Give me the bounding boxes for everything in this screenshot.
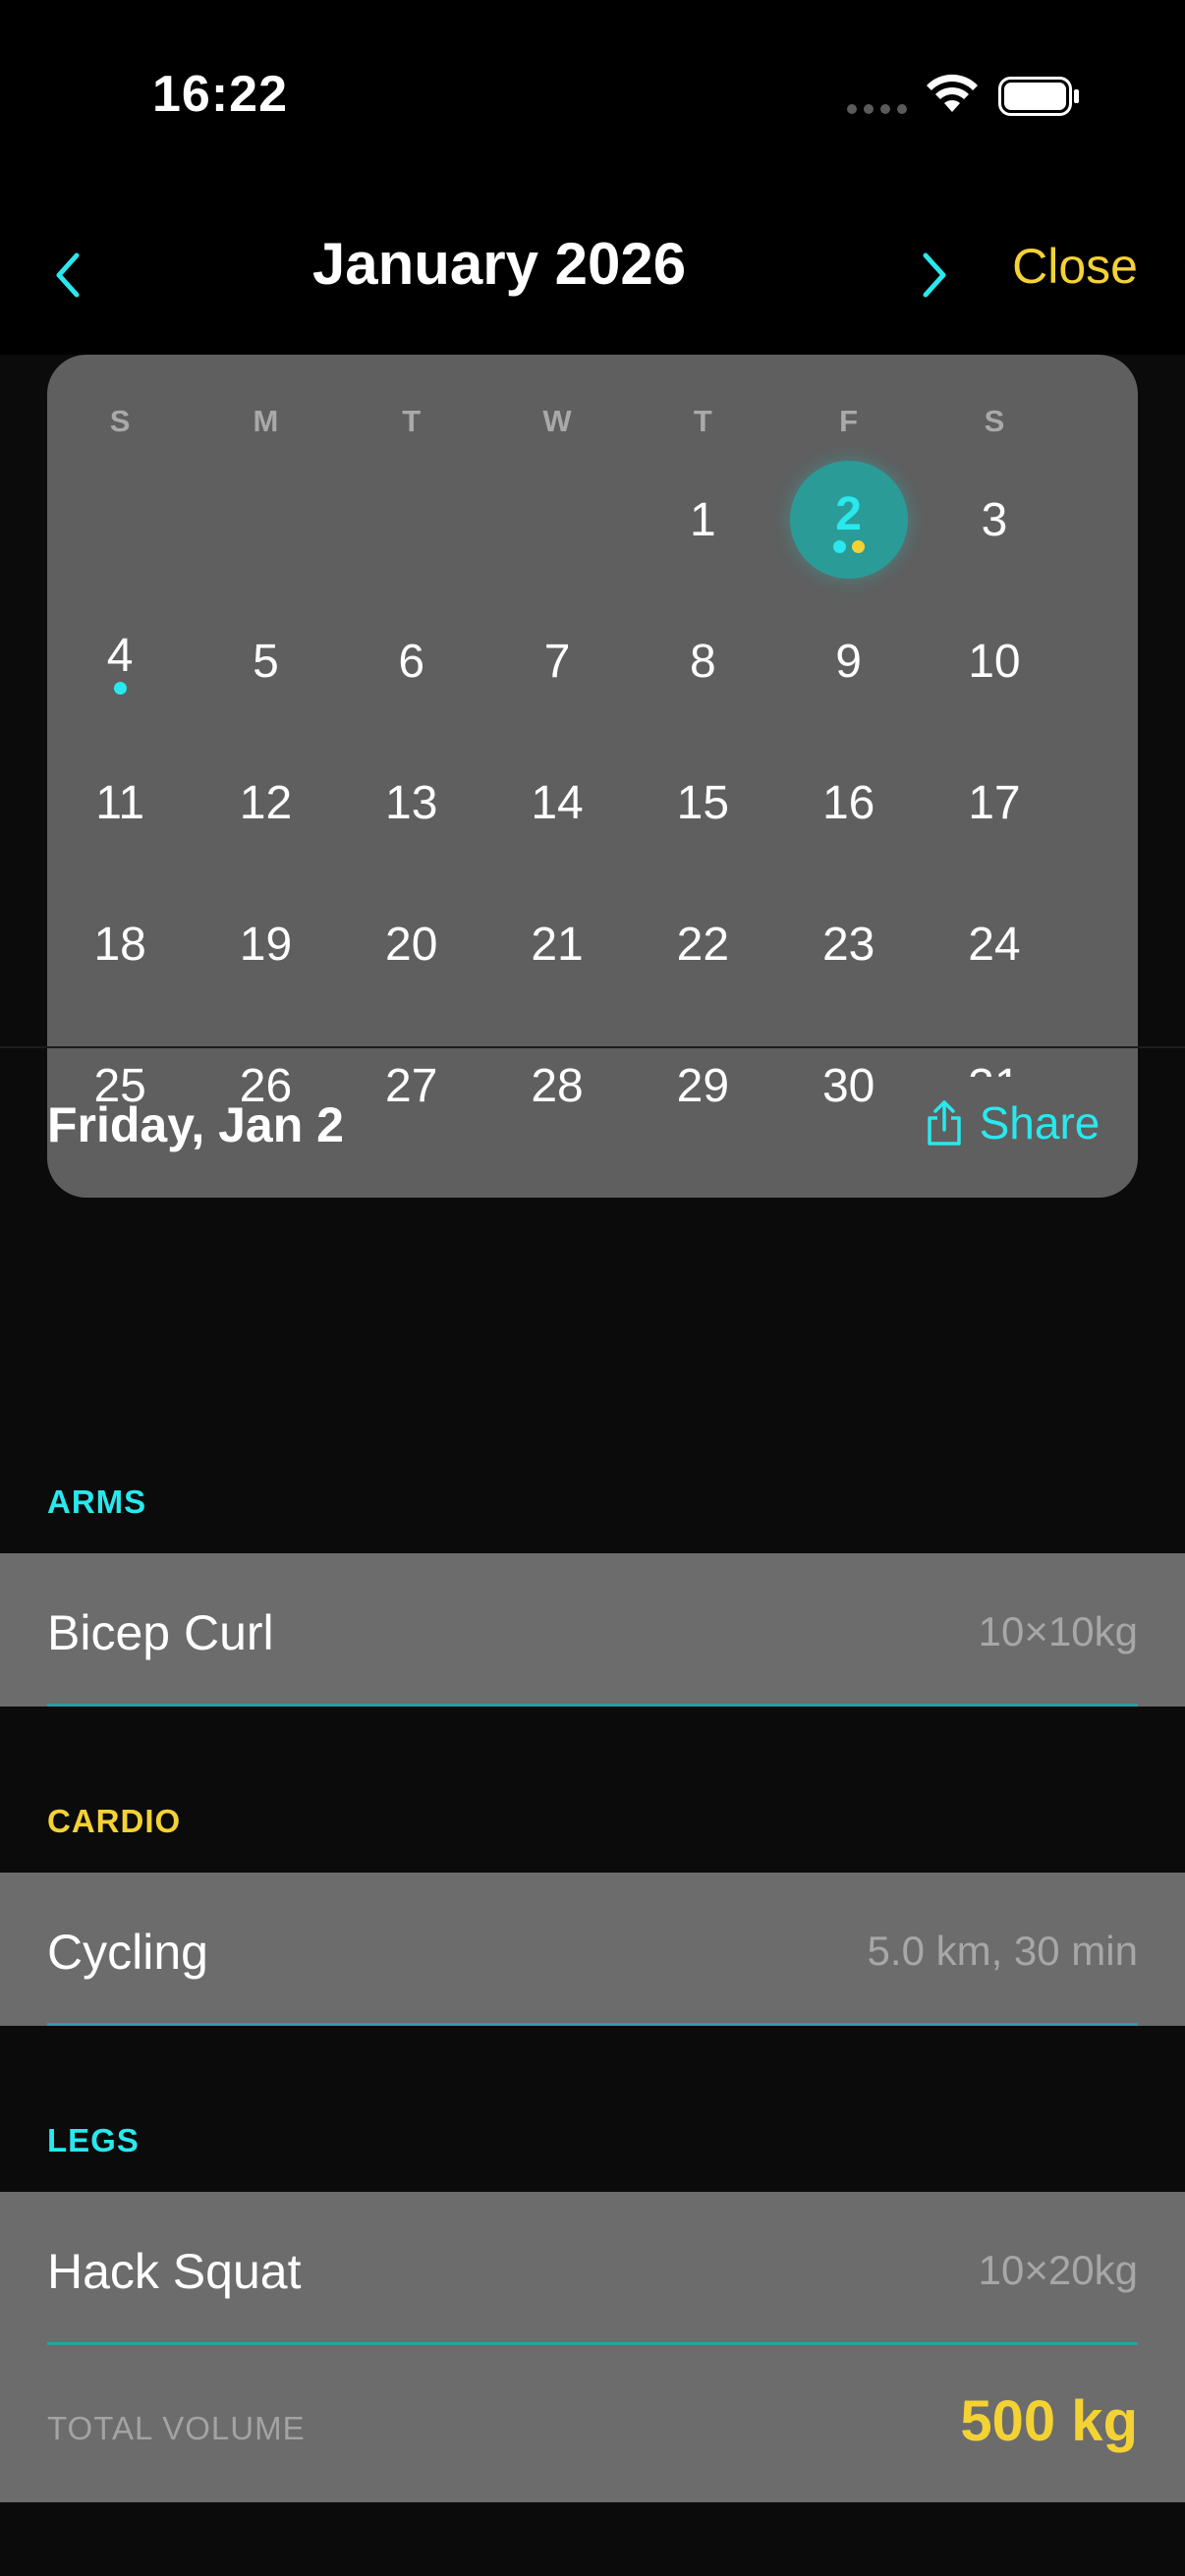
day-cell-21[interactable]: 21: [484, 873, 630, 1015]
day-cell-13[interactable]: 13: [339, 732, 484, 873]
day-cell-4[interactable]: 4: [47, 590, 193, 732]
weekday-label: F: [839, 404, 859, 438]
exercise-detail: 10×20kg: [978, 2247, 1138, 2293]
day-number: 23: [821, 918, 875, 971]
day-number: 5: [253, 635, 279, 688]
weekday-label: M: [253, 404, 279, 438]
day-cell-24[interactable]: 24: [922, 873, 1067, 1015]
workout-indicator-dots: [47, 682, 193, 695]
section-header-cardio: CARDIO: [47, 1803, 182, 1839]
day-cell-6[interactable]: 6: [339, 590, 484, 732]
day-number: 4: [106, 629, 134, 682]
day-number: 8: [689, 635, 716, 688]
days-grid: 1 2 3 4 5 6 7 8 9 10 11 12 13 14 15 16 17 18 19 20 21 22 23 24 2…: [47, 449, 1138, 1156]
day-cell-19[interactable]: 19: [193, 873, 338, 1015]
row-divider: [47, 2023, 1138, 2026]
workout-dot: [113, 682, 127, 695]
exercise-row[interactable]: Cycling 5.0 km, 30 min: [0, 1873, 1185, 2026]
empty-day-cell: [47, 449, 193, 590]
weekday-label: T: [693, 404, 712, 438]
day-cell-15[interactable]: 15: [630, 732, 775, 873]
day-number: 6: [398, 635, 425, 688]
exercise-row[interactable]: Hack Squat 10×20kg: [0, 2192, 1185, 2345]
day-number: 1: [689, 493, 716, 546]
sheet-header: January 2026 Close: [0, 183, 1185, 355]
selected-date-row: Friday, Jan 2 Share: [47, 1077, 1138, 1169]
exercise-row[interactable]: Bicep Curl 10×10kg: [0, 1553, 1185, 1707]
day-cell-1[interactable]: 1: [630, 449, 775, 590]
workout-dot: [832, 540, 846, 553]
day-cell-3[interactable]: 3: [922, 449, 1067, 590]
day-cell-22[interactable]: 22: [630, 873, 775, 1015]
section-header-legs: LEGS: [47, 2122, 140, 2158]
weekday-label: W: [542, 404, 572, 438]
weekday-label: S: [109, 404, 131, 438]
day-number: 20: [385, 918, 438, 971]
day-number: 19: [239, 918, 293, 971]
day-number: 14: [531, 776, 584, 829]
exercise-detail: 5.0 km, 30 min: [867, 1928, 1138, 1974]
close-button[interactable]: Close: [1012, 238, 1138, 295]
total-volume-label: TOTAL VOLUME: [47, 2410, 306, 2446]
day-cell-18[interactable]: 18: [47, 873, 193, 1015]
day-cell-23[interactable]: 23: [775, 873, 921, 1015]
day-cell-5[interactable]: 5: [193, 590, 338, 732]
day-number: 9: [835, 635, 862, 688]
exercise-name: Bicep Curl: [47, 1605, 274, 1660]
workout-dot: [851, 540, 865, 553]
month-title: January 2026: [311, 231, 687, 297]
day-number: 2: [835, 487, 862, 540]
section-header-arms: ARMS: [47, 1484, 147, 1520]
next-month-button[interactable]: [916, 246, 955, 305]
day-cell-11[interactable]: 11: [47, 732, 193, 873]
day-cell-8[interactable]: 8: [630, 590, 775, 732]
weekday-header: SMTWTFS: [47, 404, 1138, 439]
day-cell-14[interactable]: 14: [484, 732, 630, 873]
day-number: 16: [821, 776, 875, 829]
weekday-label: S: [984, 404, 1005, 438]
workout-indicator-dots: [775, 540, 921, 553]
wifi-icon: [927, 74, 978, 112]
day-number: 21: [531, 918, 584, 971]
day-number: 12: [239, 776, 293, 829]
day-cell-10[interactable]: 10: [922, 590, 1067, 732]
divider: [0, 1046, 1185, 1048]
share-icon: [927, 1100, 961, 1146]
day-cell-20[interactable]: 20: [339, 873, 484, 1015]
cellular-signal-icon: [847, 104, 907, 114]
day-cell-16[interactable]: 16: [775, 732, 921, 873]
battery-icon: [998, 77, 1079, 116]
empty-day-cell: [193, 449, 338, 590]
day-cell-9[interactable]: 9: [775, 590, 921, 732]
day-number: 22: [676, 918, 730, 971]
share-button[interactable]: Share: [886, 1077, 1138, 1169]
day-number: 3: [981, 493, 1008, 546]
empty-day-cell: [484, 449, 630, 590]
share-label: Share: [979, 1097, 1100, 1148]
day-number: 13: [385, 776, 438, 829]
day-cell-17[interactable]: 17: [922, 732, 1067, 873]
empty-day-cell: [339, 449, 484, 590]
day-number: 10: [968, 635, 1021, 688]
day-number: 11: [95, 776, 145, 829]
day-cell-7[interactable]: 7: [484, 590, 630, 732]
exercise-name: Cycling: [47, 1925, 208, 1980]
calendar-grid: SMTWTFS 1 2 3 4 5 6 7 8 9 10 11 12 13 14 15 16 17 18 19 20 2…: [47, 355, 1138, 1198]
exercise-name: Hack Squat: [47, 2244, 302, 2299]
status-time: 16:22: [152, 66, 288, 123]
day-cell-2[interactable]: 2: [775, 449, 921, 590]
day-number: 17: [968, 776, 1021, 829]
status-bar: 16:22: [0, 0, 1185, 187]
weekday-label: T: [402, 404, 422, 438]
total-volume-row: TOTAL VOLUME 500 kg: [0, 2345, 1185, 2502]
day-cell-12[interactable]: 12: [193, 732, 338, 873]
total-volume-value: 500 kg: [960, 2389, 1138, 2453]
exercise-detail: 10×10kg: [978, 1608, 1138, 1654]
day-number: 7: [543, 635, 571, 688]
row-divider: [47, 1704, 1138, 1707]
day-number: 18: [93, 918, 146, 971]
selected-date-label: Friday, Jan 2: [47, 1097, 344, 1152]
day-number: 24: [968, 918, 1021, 971]
day-number: 15: [676, 776, 730, 829]
